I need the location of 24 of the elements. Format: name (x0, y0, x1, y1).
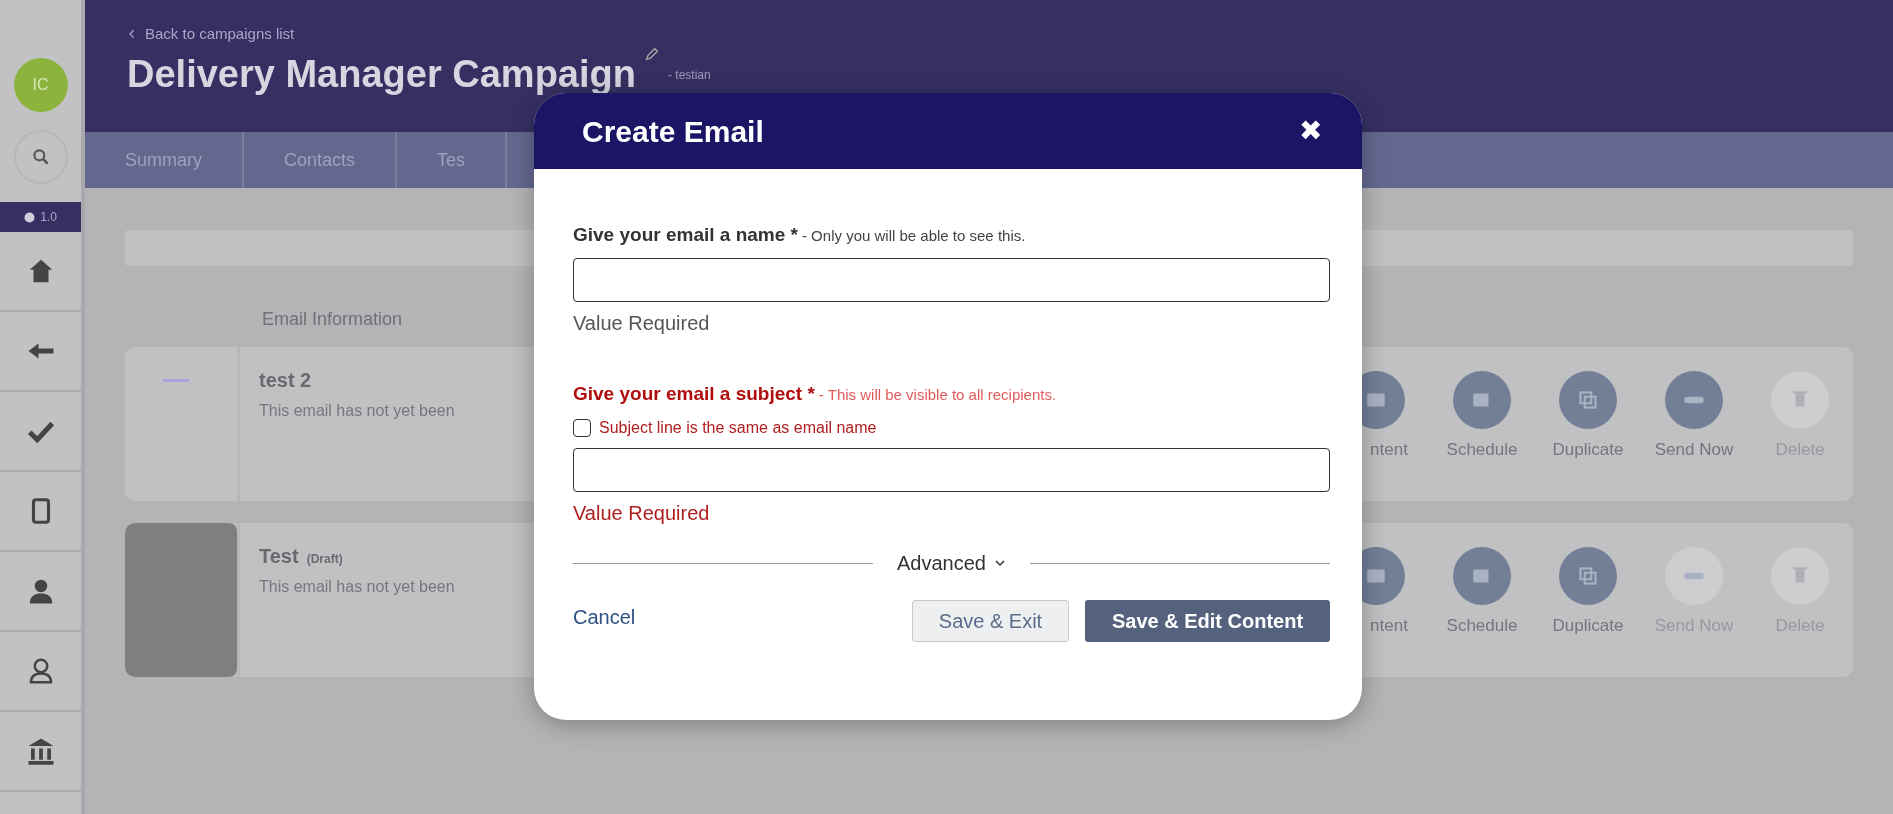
action-label: Duplicate (1552, 439, 1624, 461)
field-label: Give your email a subject * (573, 381, 815, 406)
action-label: ntent (1369, 615, 1408, 637)
field-label: Give your email a name * (573, 223, 798, 247)
checkbox-label: Subject line is the same as email name (599, 418, 877, 438)
section-heading: Email Information (262, 308, 403, 331)
field-hint: - Only you will be able to see this. (801, 226, 1026, 246)
validation-message: Value Required (573, 310, 711, 336)
campaign-owner: - testian (667, 66, 711, 84)
campaign-title: Delivery Manager Campaign (127, 52, 636, 97)
action-label: Schedule (1446, 439, 1518, 461)
action-label: ntent (1369, 439, 1408, 461)
email-name: test 2 (259, 368, 312, 393)
field-hint: - This will be visible to all recipients. (818, 384, 1057, 405)
email-description: This email has not yet been (259, 577, 455, 597)
action-label: Send Now (1654, 439, 1734, 461)
version-text: 1.0 (40, 209, 57, 226)
status-tag: (Draft) (306, 550, 343, 568)
action-label: Schedule (1446, 615, 1518, 637)
email-description: This email has not yet been (259, 401, 455, 421)
dialog-title: Create Email (582, 113, 764, 150)
action-label: Duplicate (1552, 615, 1624, 637)
email-name: Test (259, 544, 299, 569)
validation-message: Value Required (573, 501, 711, 526)
